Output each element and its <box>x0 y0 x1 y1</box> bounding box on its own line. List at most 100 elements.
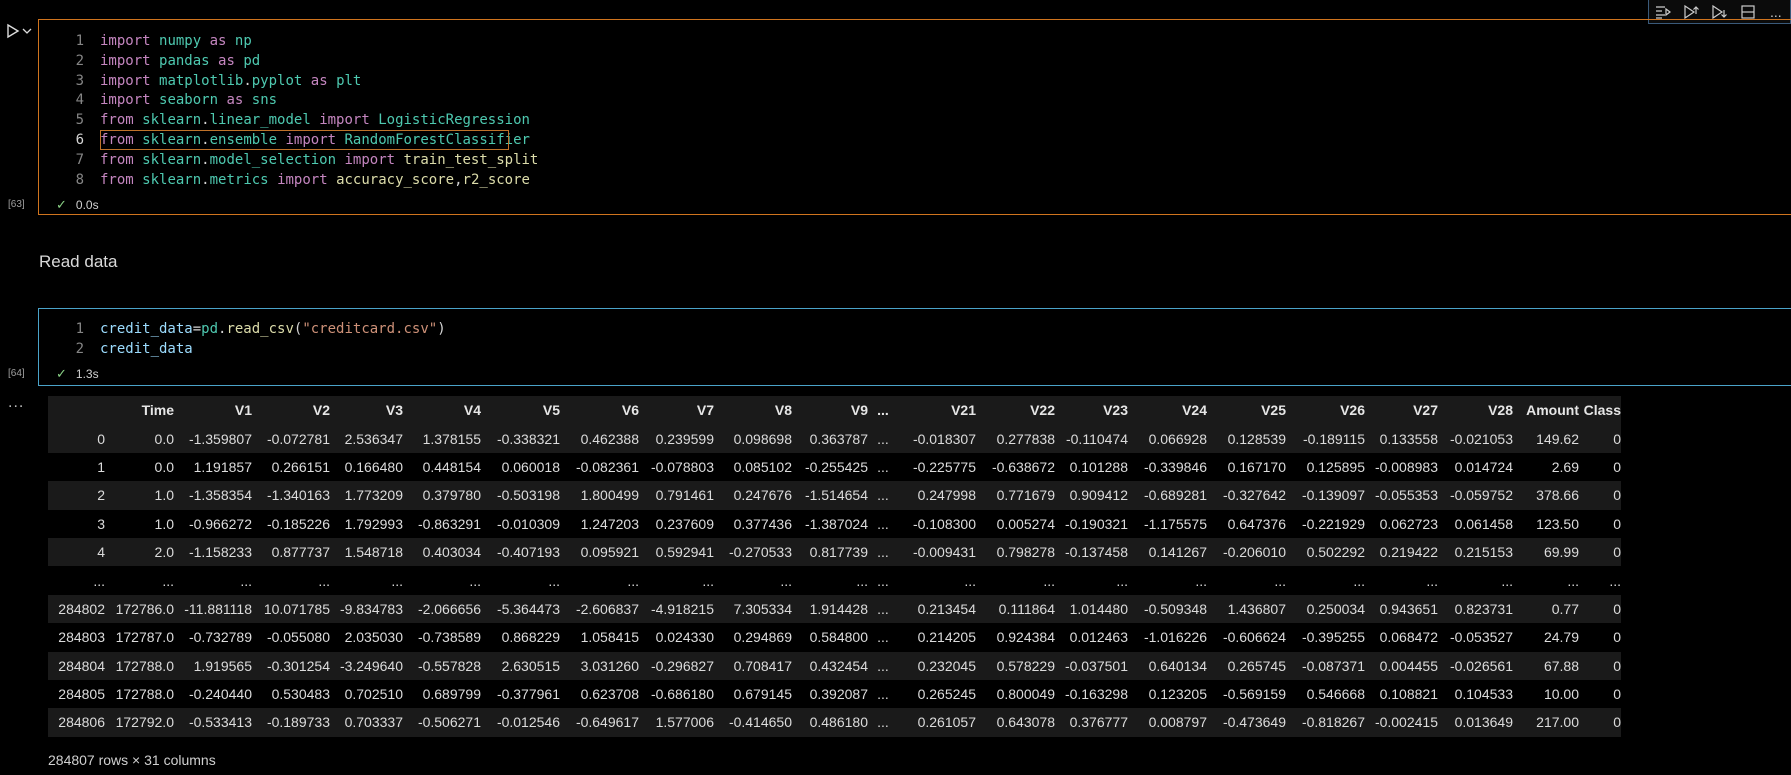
table-cell: 0.237609 <box>655 515 714 532</box>
table-cell: -0.414650 <box>728 714 792 731</box>
table-cell: -0.738589 <box>417 629 481 646</box>
table-cell: -0.190321 <box>1064 515 1128 532</box>
table-cell: 7.305334 <box>733 600 792 617</box>
table-cell: 0 <box>1613 686 1621 703</box>
table-cell: 0 <box>1613 515 1621 532</box>
table-cell: ... <box>1426 572 1438 589</box>
row-index: 4 <box>97 544 105 561</box>
table-cell: -0.966272 <box>188 515 252 532</box>
line-number: 3 <box>75 72 84 89</box>
line-number: 1 <box>75 33 84 49</box>
code-token: pandas <box>159 52 210 69</box>
table-cell: 0 <box>1613 657 1621 674</box>
code-token: sklearn <box>142 112 202 129</box>
table-cell: 0.623708 <box>580 686 639 703</box>
table-cell: 0.265745 <box>1227 657 1286 674</box>
chevron-down-icon[interactable] <box>22 26 32 36</box>
table-cell: -0.021053 <box>1449 430 1513 447</box>
table-cell: 0.061458 <box>1454 515 1513 532</box>
run-cell-button[interactable] <box>6 22 36 40</box>
code-token: train_test_split <box>403 151 539 168</box>
table-row: 284804 172788.0 1.919565 -0.301254 -3.249640… <box>48 651 1621 680</box>
code-token: sklearn <box>142 151 202 168</box>
row-index: 284806 <box>58 714 105 731</box>
table-cell: 0.141267 <box>1148 544 1207 561</box>
code-cell-read-data[interactable]: 1 credit_data=pd.read_csv("creditcard.csv… <box>38 308 1791 386</box>
code-text: credit_data=pd.read_csv("creditcard.csv"… <box>100 319 446 339</box>
table-cell: -0.649617 <box>575 714 639 731</box>
table-cell: 172788.0 <box>115 657 174 674</box>
table-cell: -0.082361 <box>575 458 639 475</box>
play-icon[interactable] <box>6 23 20 39</box>
code-token: import <box>100 52 151 69</box>
table-cell: 0.909412 <box>1069 487 1128 504</box>
table-cell: 0.133558 <box>1379 430 1438 447</box>
table-cell: -1.340163 <box>266 487 330 504</box>
column-header: Time <box>141 402 174 419</box>
execution-count: [64] <box>8 368 25 379</box>
table-cell: 1.800499 <box>580 487 639 504</box>
table-cell: -0.473649 <box>1222 714 1286 731</box>
code-text: import numpy as np <box>100 31 252 51</box>
table-cell: 0.798278 <box>996 544 1055 561</box>
execution-duration: 1.3s <box>75 367 99 381</box>
table-cell: ... <box>877 572 889 589</box>
table-cell: 0.530483 <box>271 686 330 703</box>
code-text: credit_data <box>100 339 193 359</box>
table-cell: 0.085102 <box>733 458 792 475</box>
table-cell: ... <box>548 572 560 589</box>
table-cell: -0.010309 <box>496 515 560 532</box>
table-cell: 2.035030 <box>344 629 403 646</box>
table-cell: 0.008797 <box>1148 714 1207 731</box>
code-cell-imports[interactable]: 1 import numpy as np 2 import pandas as pd 3… <box>38 19 1791 215</box>
line-number: 8 <box>75 171 84 188</box>
table-cell: 0.702510 <box>344 686 403 703</box>
table-cell: 0.647376 <box>1227 515 1286 532</box>
table-cell: -0.606624 <box>1222 629 1286 646</box>
column-header: Amount <box>1526 402 1579 419</box>
table-cell: -3.249640 <box>339 657 403 674</box>
code-token: import <box>344 151 396 168</box>
table-cell: 0.232045 <box>917 657 976 674</box>
row-index: 3 <box>97 515 105 532</box>
table-cell: -0.225775 <box>912 458 976 475</box>
table-cell: -1.387024 <box>804 515 868 532</box>
table-cell: -0.189733 <box>266 714 330 731</box>
table-cell: ... <box>877 714 889 731</box>
code-token: from <box>100 151 134 168</box>
code-token: np <box>234 33 252 49</box>
output-menu-button[interactable]: ... <box>8 394 24 412</box>
table-cell: ... <box>1274 572 1286 589</box>
table-cell: 0.128539 <box>1227 430 1286 447</box>
table-cell: 0.265245 <box>917 686 976 703</box>
table-cell: 0.868229 <box>501 629 560 646</box>
table-cell: ... <box>877 629 889 646</box>
table-cell: 0.014724 <box>1454 458 1513 475</box>
table-cell: -1.514654 <box>804 487 868 504</box>
table-cell: -0.296827 <box>650 657 714 674</box>
table-cell: 172787.0 <box>115 629 174 646</box>
code-token: as <box>310 72 328 89</box>
table-cell: 67.88 <box>1543 657 1579 674</box>
table-cell: -11.881118 <box>184 600 252 617</box>
table-cell: 0.592941 <box>655 544 714 561</box>
table-cell: -0.255425 <box>804 458 868 475</box>
dataframe-shape: 284807 rows × 31 columns <box>48 752 216 768</box>
table-cell: 0.546668 <box>1306 686 1365 703</box>
code-token: . <box>201 112 210 129</box>
table-cell: 0.376777 <box>1069 714 1128 731</box>
table-cell: 0.108821 <box>1379 686 1438 703</box>
table-cell: 0 <box>1613 487 1621 504</box>
table-cell: -0.072781 <box>266 430 330 447</box>
table-cell: 0.379780 <box>422 487 481 504</box>
code-token: sns <box>251 92 278 109</box>
table-cell: 0.024330 <box>655 629 714 646</box>
table-cell: 0.266151 <box>271 458 330 475</box>
column-header: V9 <box>850 402 868 419</box>
